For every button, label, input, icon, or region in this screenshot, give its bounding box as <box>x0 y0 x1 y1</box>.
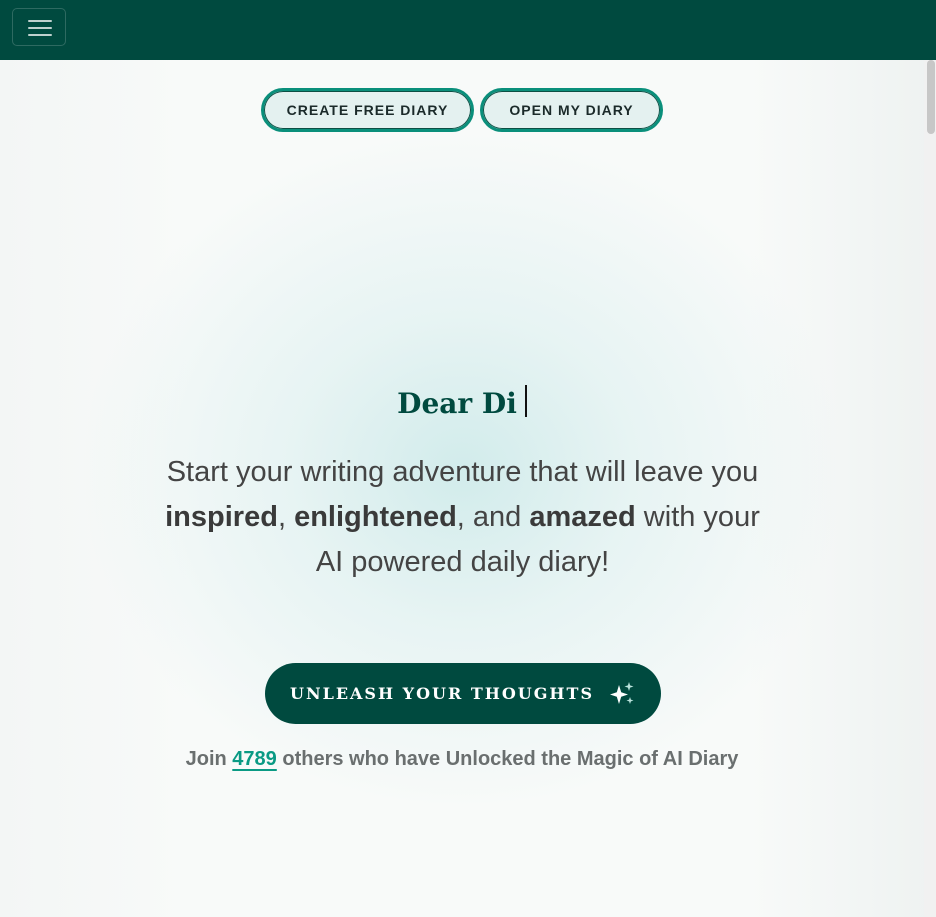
open-my-diary-button[interactable]: OPEN MY DIARY <box>480 88 663 132</box>
tagline-bold-amazed: amazed <box>529 501 636 533</box>
join-suffix: others who have Unlocked the Magic of AI… <box>276 748 739 770</box>
tagline-part1: Start your writing adventure that will l… <box>166 456 759 488</box>
hamburger-menu-icon-bar <box>28 27 52 29</box>
create-free-diary-button[interactable]: CREATE FREE DIARY <box>261 88 474 132</box>
scrollbar-thumb[interactable] <box>927 60 935 134</box>
hamburger-menu-icon-bar <box>28 34 52 36</box>
unleash-your-thoughts-button[interactable]: UNLEASH YOUR THOUGHTS <box>265 663 661 724</box>
join-prefix: Join <box>185 748 233 770</box>
hero-headline: Dear Di <box>0 385 924 420</box>
top-navbar <box>0 0 936 60</box>
hamburger-menu-icon <box>28 20 52 22</box>
scrollbar-track[interactable] <box>924 60 936 917</box>
user-count-link[interactable]: 4789 <box>232 748 277 770</box>
tagline-bold-inspired: inspired <box>165 501 278 533</box>
tagline-bold-enlightened: enlightened <box>294 501 457 533</box>
typing-caret <box>524 385 527 417</box>
join-count-text: Join 4789 others who have Unlocked the M… <box>0 748 924 771</box>
cta-label: UNLEASH YOUR THOUGHTS <box>289 684 594 703</box>
hero-tagline: Start your writing adventure that will l… <box>150 450 775 585</box>
tagline-sep1: , <box>277 501 295 533</box>
page: CREATE FREE DIARY OPEN MY DIARY Dear Di … <box>0 0 936 917</box>
hamburger-menu-button[interactable] <box>12 8 66 46</box>
sparkle-icon <box>608 680 636 708</box>
tagline-sep2: , and <box>456 501 530 533</box>
top-button-group: CREATE FREE DIARY OPEN MY DIARY <box>0 88 924 132</box>
typed-headline-text: Dear Di <box>397 387 517 420</box>
